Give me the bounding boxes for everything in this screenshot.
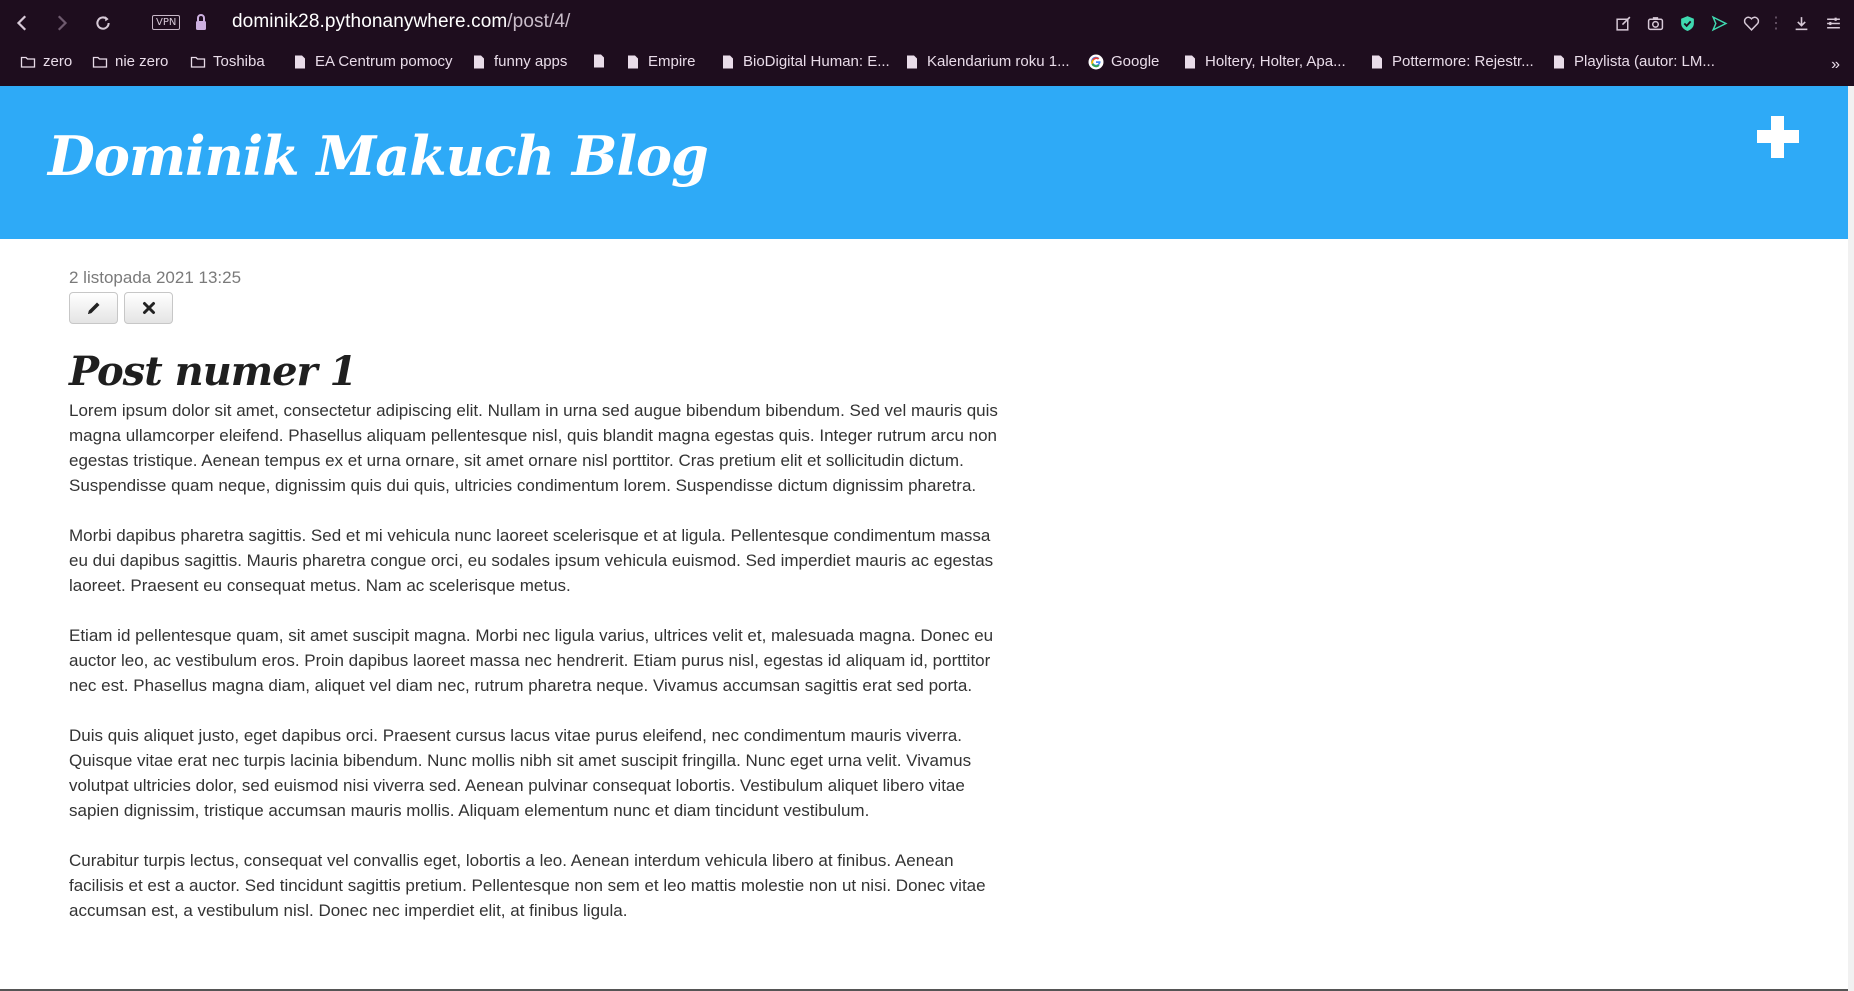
url-field[interactable]: dominik28.pythonanywhere.com/post/4/	[232, 11, 570, 33]
post-title: Post numer 1	[69, 348, 357, 395]
toolbar-icons: ⋮	[1612, 12, 1844, 34]
page-icon	[723, 55, 733, 68]
bookmark-label: EA Centrum pomocy	[315, 53, 453, 70]
download-icon	[1795, 16, 1807, 30]
post-actions	[69, 292, 1009, 324]
adblock-button[interactable]	[1676, 12, 1698, 34]
delete-post-button[interactable]	[124, 292, 173, 324]
page-scrollbar[interactable]	[1848, 86, 1854, 991]
sliders-icon	[1826, 17, 1840, 28]
chevron-right-icon	[57, 15, 68, 31]
close-icon	[142, 302, 155, 314]
bookmark-label: Toshiba	[213, 53, 265, 70]
more-bookmarks-button[interactable]: »	[1831, 56, 1840, 74]
plus-icon-vertical	[1771, 116, 1784, 158]
bookmark-item[interactable]: Kalendarium roku 1...	[904, 53, 1070, 70]
bookmark-label: Google	[1111, 53, 1160, 70]
page-icon	[1554, 55, 1564, 68]
bookmarks-bar: zero nie zero Toshiba EA Centrum pomocy …	[0, 48, 1854, 80]
bookmark-item[interactable]: nie zero	[92, 53, 168, 70]
page-icon	[1372, 55, 1382, 68]
camera-icon	[1647, 16, 1663, 30]
page-icon	[907, 55, 917, 68]
bookmark-label: funny apps	[494, 53, 568, 70]
heart-icon	[1743, 16, 1759, 31]
reload-button[interactable]	[90, 10, 116, 36]
bookmark-item[interactable]: BioDigital Human: E...	[720, 53, 890, 70]
post-paragraph: Etiam id pellentesque quam, sit amet sus…	[69, 626, 994, 695]
bookmark-label: nie zero	[115, 53, 169, 70]
back-button[interactable]	[10, 10, 36, 36]
blog-title[interactable]: Dominik Makuch Blog	[48, 124, 709, 188]
bookmark-label: BioDigital Human: E...	[743, 53, 890, 70]
camera-button[interactable]	[1644, 12, 1666, 34]
shield-check-icon	[1680, 15, 1694, 31]
add-post-button[interactable]	[1757, 116, 1799, 158]
bookmark-item[interactable]: zero	[20, 53, 72, 70]
post-content: 2 listopada 2021 13:25 Post numer 1 Lore…	[69, 268, 1009, 923]
bookmark-label: Holtery, Holter, Apa...	[1205, 53, 1346, 70]
bookmark-item[interactable]: EA Centrum pomocy	[292, 53, 453, 70]
url-path: /post/4/	[507, 11, 571, 32]
post-paragraph: Curabitur turpis lectus, consequat vel c…	[69, 851, 986, 920]
separator: ⋮	[1768, 15, 1784, 32]
page-icon	[474, 55, 484, 68]
bookmark-item[interactable]: Playlista (autor: LM...	[1551, 53, 1715, 70]
blog-header: Dominik Makuch Blog	[0, 86, 1848, 239]
reload-icon	[96, 16, 110, 30]
url-domain: dominik28.pythonanywhere.com	[232, 11, 508, 32]
bookmark-item[interactable]: Google	[1088, 53, 1159, 70]
bookmark-item[interactable]: Pottermore: Rejestr...	[1369, 53, 1534, 70]
lock-icon	[196, 14, 206, 30]
browser-chrome: VPN dominik28.pythonanywhere.com/post/4/…	[0, 0, 1854, 86]
chevron-left-icon	[16, 15, 27, 31]
bookmark-label: Pottermore: Rejestr...	[1392, 53, 1534, 70]
post-date: 2 listopada 2021 13:25	[69, 268, 242, 287]
post-paragraph: Duis quis aliquet justo, eget dapibus or…	[69, 726, 972, 820]
edit-post-button[interactable]	[69, 292, 118, 324]
bookmark-item[interactable]: funny apps	[471, 53, 567, 70]
bookmark-label: Playlista (autor: LM...	[1574, 53, 1715, 70]
google-icon	[1088, 54, 1104, 69]
folder-icon	[190, 56, 206, 68]
bookmark-label: Kalendarium roku 1...	[927, 53, 1070, 70]
bookmark-label: Empire	[648, 53, 696, 70]
page-icon	[628, 55, 638, 68]
folder-icon	[92, 56, 108, 68]
pencil-icon	[87, 302, 99, 314]
send-icon	[1711, 15, 1728, 31]
bookmark-label: zero	[43, 53, 73, 70]
page-icon	[1185, 55, 1195, 68]
bookmark-item[interactable]: Empire	[625, 53, 696, 70]
page-icon	[594, 54, 604, 68]
vpn-badge[interactable]: VPN	[152, 15, 181, 30]
post-paragraph: Lorem ipsum dolor sit amet, consectetur …	[69, 401, 998, 495]
bookmark-item[interactable]: Holtery, Holter, Apa...	[1182, 53, 1346, 70]
send-button[interactable]	[1708, 12, 1730, 34]
address-bar-row: VPN dominik28.pythonanywhere.com/post/4/…	[0, 0, 1854, 45]
bookmark-item[interactable]	[591, 53, 614, 69]
page-icon	[295, 55, 305, 68]
snapshot-edit-button[interactable]	[1612, 12, 1634, 34]
bookmark-item[interactable]: Toshiba	[190, 53, 265, 70]
favorites-button[interactable]	[1740, 12, 1762, 34]
post-paragraph: Morbi dapibus pharetra sagittis. Sed et …	[69, 526, 994, 595]
folder-icon	[20, 56, 36, 68]
downloads-button[interactable]	[1790, 12, 1812, 34]
forward-button[interactable]	[48, 10, 74, 36]
settings-button[interactable]	[1822, 12, 1844, 34]
edit-share-icon	[1615, 16, 1630, 31]
